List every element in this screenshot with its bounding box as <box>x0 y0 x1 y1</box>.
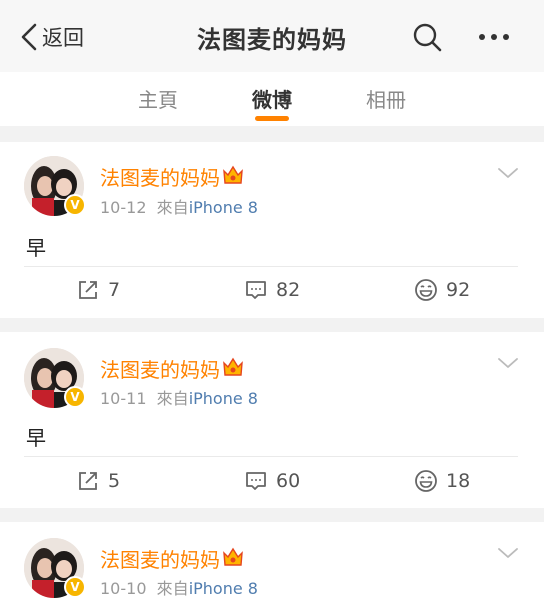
vip-crown-icon <box>223 547 243 566</box>
author-name[interactable]: 法图麦的妈妈 <box>100 544 220 573</box>
smile-like-icon <box>415 470 437 492</box>
like-button[interactable]: 92 <box>414 278 470 302</box>
repost-count: 5 <box>108 470 121 492</box>
divider <box>24 266 518 267</box>
vip-crown-icon <box>223 357 243 376</box>
tab-weibo[interactable]: 微博 <box>232 84 312 113</box>
divider <box>0 126 544 142</box>
comment-icon <box>246 472 266 490</box>
divider <box>24 456 518 457</box>
top-navigation-bar: 返回 法图麦的妈妈 <box>0 0 544 72</box>
tab-home[interactable]: 主頁 <box>118 84 198 113</box>
repost-button[interactable]: 7 <box>76 278 120 302</box>
post-card[interactable]: V 法图麦的妈妈 10-11 來自iPhone 8 早 5 60 18 <box>0 332 544 508</box>
verified-badge-icon: V <box>64 194 86 216</box>
repost-button[interactable]: 5 <box>76 469 120 493</box>
comment-button[interactable]: 82 <box>244 278 300 302</box>
source-prefix: 來自 <box>156 389 189 408</box>
author-name[interactable]: 法图麦的妈妈 <box>100 162 220 191</box>
post-date: 10-10 <box>100 579 147 598</box>
post-meta: 10-12 來自iPhone 8 <box>100 194 258 218</box>
post-text: 早 <box>26 236 46 260</box>
post-text: 早 <box>26 426 46 450</box>
like-button[interactable]: 18 <box>414 469 470 493</box>
like-count: 92 <box>446 279 471 301</box>
chevron-down-icon[interactable] <box>496 546 520 560</box>
comment-button[interactable]: 60 <box>244 469 300 493</box>
post-card[interactable]: V 法图麦的妈妈 10-12 來自iPhone 8 早 7 82 92 <box>0 142 544 318</box>
repost-count: 7 <box>108 279 121 301</box>
post-card[interactable]: V 法图麦的妈妈 10-10 來自iPhone 8 <box>0 522 544 600</box>
post-source[interactable]: iPhone 8 <box>189 198 258 217</box>
repost-icon <box>79 472 97 490</box>
verified-badge-icon: V <box>64 576 86 598</box>
repost-icon <box>79 281 97 299</box>
post-source[interactable]: iPhone 8 <box>189 389 258 408</box>
back-button[interactable]: 返回 <box>20 20 84 54</box>
post-date: 10-11 <box>100 389 147 408</box>
avatar[interactable]: V <box>24 156 86 216</box>
divider <box>0 318 544 332</box>
vip-crown-icon <box>223 165 243 184</box>
tab-album[interactable]: 相冊 <box>346 84 426 113</box>
comment-icon <box>246 281 266 299</box>
source-prefix: 來自 <box>156 198 189 217</box>
divider <box>0 508 544 522</box>
back-label: 返回 <box>42 26 84 50</box>
search-icon[interactable] <box>412 22 442 52</box>
chevron-down-icon[interactable] <box>496 356 520 370</box>
active-tab-indicator <box>255 116 289 121</box>
chevron-down-icon[interactable] <box>496 166 520 180</box>
like-count: 18 <box>446 470 471 492</box>
avatar[interactable]: V <box>24 538 86 598</box>
smile-like-icon <box>415 279 437 301</box>
post-date: 10-12 <box>100 198 147 217</box>
comment-count: 60 <box>276 470 301 492</box>
post-source[interactable]: iPhone 8 <box>189 579 258 598</box>
avatar[interactable]: V <box>24 348 86 408</box>
more-options-icon[interactable] <box>474 24 514 50</box>
source-prefix: 來自 <box>156 579 189 598</box>
post-meta: 10-10 來自iPhone 8 <box>100 575 258 599</box>
author-name[interactable]: 法图麦的妈妈 <box>100 354 220 383</box>
comment-count: 82 <box>276 279 301 301</box>
chevron-left-icon <box>21 23 37 51</box>
post-meta: 10-11 來自iPhone 8 <box>100 385 258 409</box>
verified-badge-icon: V <box>64 386 86 408</box>
